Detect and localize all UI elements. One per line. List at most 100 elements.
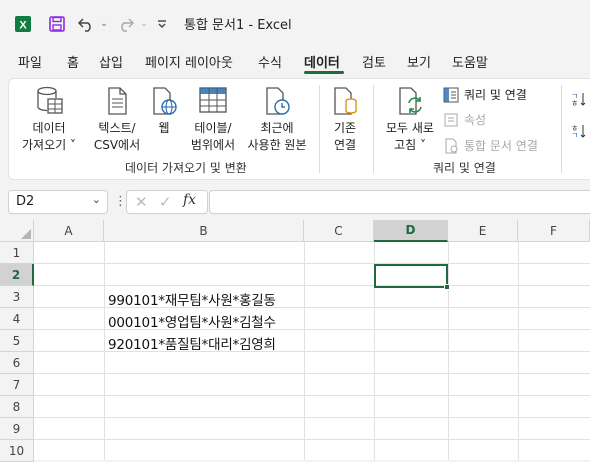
gridline [104,242,105,460]
refresh-icon [399,87,422,115]
column-header-c[interactable]: C [304,220,374,242]
sort-ascending-icon: ㄱㅎ [571,92,586,107]
chevron-down-icon[interactable]: ⌄ [92,193,101,206]
excel-logo-icon: X [12,12,34,36]
text-csv-label-2: CSV에서 [93,138,141,152]
insert-function-icon[interactable]: fx [183,192,196,208]
tab-page-layout[interactable]: 페이지 레이아웃 [145,52,233,71]
row-header-7[interactable]: 7 [0,374,34,396]
existing-connections-button[interactable]: 기존 연결 [325,85,365,154]
tab-view[interactable]: 보기 [407,52,431,71]
sort-descending-button[interactable]: ㅎㄱ [571,123,590,139]
undo-icon[interactable] [74,12,98,36]
formula-input[interactable] [209,190,590,214]
gridline [448,242,449,460]
table-icon [199,87,227,113]
edit-links-button[interactable]: 통합 문서 연결 [443,137,538,154]
tab-formulas[interactable]: 수식 [258,52,282,71]
fill-handle[interactable] [444,284,450,290]
tab-file[interactable]: 파일 [18,52,42,71]
enter-check-icon[interactable]: ✓ [159,193,172,211]
sort-descending-icon: ㅎㄱ [571,124,586,139]
from-text-csv-button[interactable]: 텍스트/ CSV에서 [87,85,147,154]
row-header-2[interactable]: 2 [0,264,34,286]
tab-insert[interactable]: 삽입 [99,52,123,71]
row-header-4[interactable]: 4 [0,308,34,330]
existing-connections-icon [334,87,357,115]
from-table-range-button[interactable]: 테이블/ 범위에서 [187,85,239,154]
sort-ascending-button[interactable]: ㄱㅎ [571,91,590,107]
table-range-label-1: 테이블/ [194,121,232,135]
tab-help[interactable]: 도움말 [452,52,488,71]
row-header-1[interactable]: 1 [0,242,34,264]
web-globe-icon [153,87,177,115]
tab-home[interactable]: 홈 [67,52,79,71]
redo-dropdown-icon[interactable]: ⌄ [138,12,150,36]
text-csv-label-1: 텍스트/ [98,121,136,135]
active-tab-indicator [304,71,344,74]
column-header-f[interactable]: F [518,220,590,242]
workbook-links-icon [445,138,458,153]
refresh-all-label-1: 모두 새로 [386,121,434,135]
gridline [34,373,590,374]
row-header-6[interactable]: 6 [0,352,34,374]
group-label-get-transform: 데이터 가져오기 및 변환 [125,161,247,175]
row-header-10[interactable]: 10 [0,440,34,462]
ribbon-tabs: 파일 홈 삽입 페이지 레이아웃 수식 데이터 검토 보기 도움말 [0,48,590,76]
tab-review[interactable]: 검토 [362,52,386,71]
column-header-d[interactable]: D [374,220,448,242]
gridline [34,395,590,396]
properties-button[interactable]: 속성 [443,111,486,128]
row-header-8[interactable]: 8 [0,396,34,418]
column-header-e[interactable]: E [448,220,518,242]
svg-text:X: X [19,20,27,32]
ribbon: 데이터 가져오기 ˅ 텍스트/ CSV에서 웹 테이블/ 범위에서 최근에 사용… [8,78,590,180]
group-label-queries: 쿼리 및 연결 [433,161,496,175]
cell-b4[interactable]: 000101*영업팀*사원*김철수 [108,311,276,331]
column-header-b[interactable]: B [104,220,304,242]
get-data-label-1: 데이터 [32,121,66,135]
gridline [34,417,590,418]
database-table-icon [37,86,63,114]
undo-dropdown-icon[interactable]: ⌄ [98,12,110,36]
cell-b3[interactable]: 990101*재무팀*사원*홍길동 [108,289,276,309]
customize-qat-icon[interactable] [154,12,170,36]
formula-bar: D2 ⌄ ⋮ ✕ ✓ fx [0,186,590,218]
cancel-icon[interactable]: ✕ [135,193,148,211]
window-title: 통합 문서1 - Excel [184,18,292,33]
ribbon-divider [319,85,320,173]
redo-icon[interactable] [114,12,138,36]
name-box-value: D2 [16,194,35,209]
queries-connections-label: 쿼리 및 연결 [464,88,527,102]
properties-icon [444,113,458,126]
recent-sources-label-1: 최근에 [260,121,294,135]
get-data-button[interactable]: 데이터 가져오기 ˅ [19,85,79,154]
recent-sources-label-2: 사용한 원본 [247,138,307,152]
gridline [34,263,590,264]
gridline [518,242,519,460]
formula-controls: ✕ ✓ fx [126,190,208,214]
worksheet-grid[interactable]: A B C D E F 1 2 3 4 5 6 7 8 9 10 990101*… [0,220,590,462]
row-header-5[interactable]: 5 [0,330,34,352]
tab-data[interactable]: 데이터 [304,52,340,71]
select-all-corner[interactable] [0,220,34,242]
active-cell-d2[interactable] [374,264,448,288]
column-header-a[interactable]: A [34,220,104,242]
cell-b5[interactable]: 920101*품질팀*대리*김영희 [108,333,276,353]
row-header-9[interactable]: 9 [0,418,34,440]
save-icon[interactable] [46,12,68,36]
text-file-icon [108,87,127,115]
from-web-button[interactable]: 웹 [149,85,179,137]
refresh-all-label-2: 고침 ˅ [394,138,426,152]
recent-clock-file-icon [266,87,290,115]
get-data-label-2: 가져오기 ˅ [22,138,76,152]
web-label: 웹 [158,121,170,135]
group-divider [373,85,374,173]
table-range-label-2: 범위에서 [190,138,236,152]
group-divider [561,85,562,173]
recent-sources-button[interactable]: 최근에 사용한 원본 [239,85,315,154]
name-box[interactable]: D2 ⌄ [8,190,108,214]
refresh-all-button[interactable]: 모두 새로 고침 ˅ [379,85,441,154]
row-header-3[interactable]: 3 [0,286,34,308]
queries-connections-button[interactable]: 쿼리 및 연결 [443,86,527,103]
